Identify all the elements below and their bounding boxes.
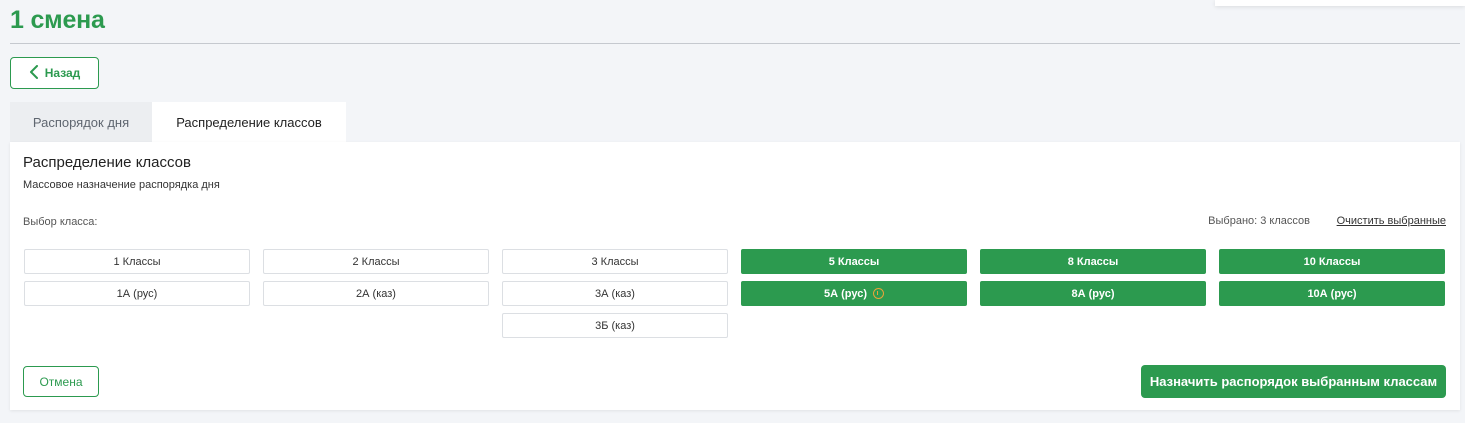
class-group-2-button[interactable]: 2 Классы xyxy=(263,249,489,274)
selected-count: Выбрано: 3 классов xyxy=(1208,215,1310,227)
class-group-label: 3 Классы xyxy=(591,255,639,268)
back-button-label: Назад xyxy=(44,66,81,80)
class-group-label: 10 Классы xyxy=(1303,255,1361,268)
class-10a-button[interactable]: 10А (рус) xyxy=(1219,281,1445,306)
class-group-label: 5 Классы xyxy=(828,255,880,268)
class-label: 3А (каз) xyxy=(595,287,635,300)
class-pick-label: Выбор класса: xyxy=(23,216,98,228)
back-button[interactable]: Назад xyxy=(10,57,99,89)
class-group-5-button[interactable]: 5 Классы xyxy=(741,249,967,274)
class-1a-button[interactable]: 1А (рус) xyxy=(24,281,250,306)
class-label: 2А (каз) xyxy=(356,287,396,300)
class-3a-button[interactable]: 3А (каз) xyxy=(502,281,728,306)
class-group-label: 1 Классы xyxy=(113,255,161,268)
title-divider xyxy=(10,43,1460,44)
class-2a-button[interactable]: 2А (каз) xyxy=(263,281,489,306)
class-label: 5А (рус) xyxy=(824,287,867,300)
page-title: 1 смена xyxy=(10,6,105,34)
tab-class-distribution[interactable]: Распределение классов xyxy=(152,102,346,142)
header-user-panel-edge xyxy=(1215,0,1465,6)
chevron-left-icon xyxy=(29,64,39,82)
class-label: 8А (рус) xyxy=(1071,287,1115,300)
class-8a-button[interactable]: 8А (рус) xyxy=(980,281,1206,306)
class-3b-button[interactable]: 3Б (каз) xyxy=(502,313,728,338)
class-label: 1А (рус) xyxy=(116,287,158,300)
class-group-8-button[interactable]: 8 Классы xyxy=(980,249,1206,274)
tab-bar: Распорядок дня Распределение классов xyxy=(10,102,346,142)
class-group-10-button[interactable]: 10 Классы xyxy=(1219,249,1445,274)
class-5a-button[interactable]: 5А (рус) xyxy=(741,281,967,306)
class-label: 3Б (каз) xyxy=(595,319,635,332)
class-group-3-button[interactable]: 3 Классы xyxy=(502,249,728,274)
class-group-label: 8 Классы xyxy=(1067,255,1119,268)
clear-selected-link[interactable]: Очистить выбранные xyxy=(1337,215,1446,227)
assign-schedule-button[interactable]: Назначить распорядок выбранным классам xyxy=(1141,365,1446,398)
panel-title: Распределение классов xyxy=(23,154,191,171)
panel-subtitle: Массовое назначение распорядка дня xyxy=(23,179,220,191)
class-label: 10А (рус) xyxy=(1307,287,1357,300)
class-distribution-panel: Распределение классов Массовое назначени… xyxy=(10,142,1460,410)
warning-circle-icon xyxy=(872,288,884,299)
class-group-label: 2 Классы xyxy=(352,255,400,268)
cancel-button[interactable]: Отмена xyxy=(23,366,99,397)
class-group-1-button[interactable]: 1 Классы xyxy=(24,249,250,274)
tab-daily-schedule[interactable]: Распорядок дня xyxy=(10,102,152,142)
